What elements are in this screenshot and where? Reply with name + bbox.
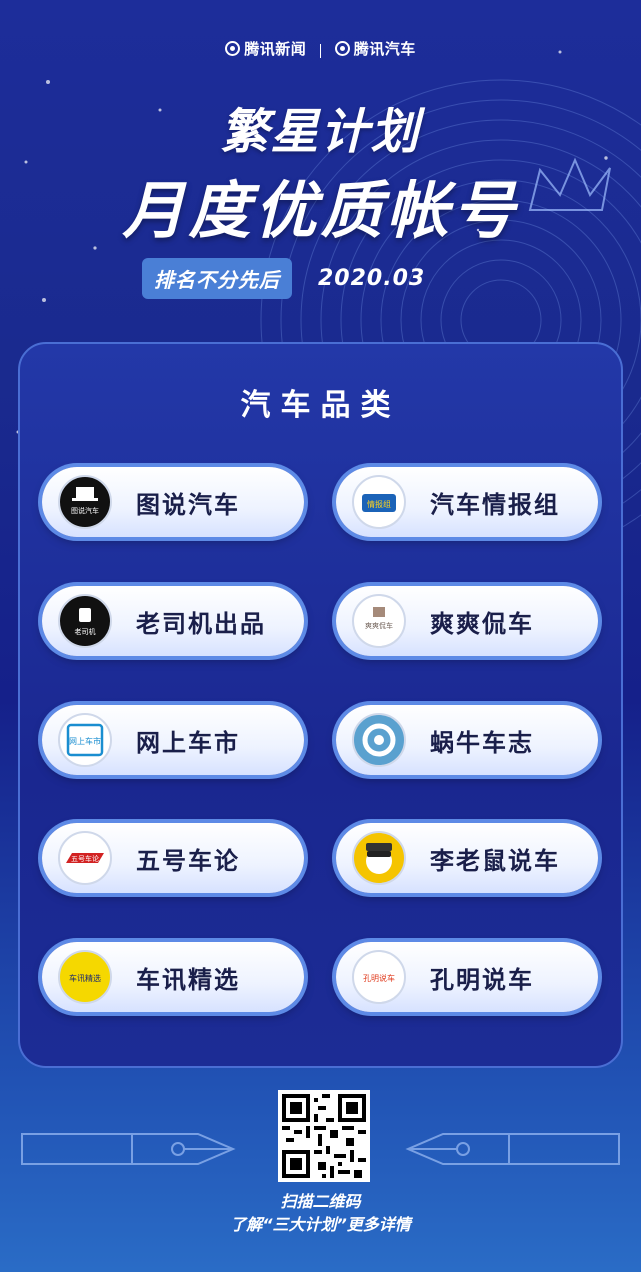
avatar-text: 老司机	[75, 627, 96, 636]
subtitle-row: 排名不分先后 2020.03	[142, 258, 425, 299]
account-button-qingbaozu[interactable]: 情报组 汽车情报组	[336, 467, 598, 537]
detail-text: 了解“三大计划”更多详情	[230, 1215, 411, 1234]
account-button-woniu[interactable]: 蜗牛车志	[336, 705, 598, 775]
pen-left-decoration	[21, 1133, 236, 1165]
avatar-text: 情报组	[367, 499, 391, 509]
avatar-text: 爽爽侃车	[365, 621, 393, 630]
qr-code-icon	[282, 1094, 366, 1178]
driver-avatar-icon: 老司机	[58, 594, 112, 648]
kongming-avatar-icon: 孔明说车	[352, 950, 406, 1004]
account-name: 爽爽侃车	[430, 609, 534, 638]
avatar-text: 孔明说车	[363, 973, 395, 983]
pen-right-decoration	[405, 1133, 620, 1165]
rank-note-badge: 排名不分先后	[142, 258, 292, 299]
brand-logos: 腾讯新闻 腾讯汽车	[0, 38, 641, 60]
tencent-news-logo: 腾讯新闻	[225, 38, 306, 59]
brand-left-text: 腾讯新闻	[244, 40, 307, 58]
account-button-laosiji[interactable]: 老司机 老司机出品	[42, 586, 304, 656]
account-button-wangshang[interactable]: 网上车市 网上车市	[42, 705, 304, 775]
tencent-auto-logo: 腾讯汽车	[334, 38, 416, 59]
account-name: 孔明说车	[430, 965, 534, 994]
avatar-text: 五号车论	[71, 854, 99, 863]
scan-text: 扫描二维码	[280, 1192, 361, 1211]
hat-avatar-icon: 图说汽车	[58, 475, 112, 529]
avatar-text: 图说汽车	[71, 506, 99, 515]
market-avatar-icon: 网上车市	[58, 713, 112, 767]
report-avatar-icon: 情报组	[352, 475, 406, 529]
tencent-logo-icon	[225, 41, 241, 56]
brand-divider	[320, 44, 321, 58]
account-button-chexun[interactable]: 车讯精选 车讯精选	[42, 942, 304, 1012]
account-button-tushuo[interactable]: 图说汽车 图说汽车	[42, 467, 304, 537]
brand-right-text: 腾讯汽车	[353, 40, 416, 58]
news-avatar-icon: 车讯精选	[58, 950, 112, 1004]
tencent-logo-icon	[334, 41, 350, 56]
account-button-wuhao[interactable]: 五号车论 五号车论	[42, 823, 304, 893]
account-name: 五号车论	[136, 846, 240, 875]
five-avatar-icon: 五号车论	[58, 831, 112, 885]
category-title: 汽车品类	[240, 388, 401, 423]
account-button-kongming[interactable]: 孔明说车 孔明说车	[336, 942, 598, 1012]
account-name: 汽车情报组	[430, 490, 560, 519]
account-name: 老司机出品	[136, 609, 266, 638]
account-name: 网上车市	[136, 728, 240, 757]
account-name: 图说汽车	[136, 490, 240, 519]
account-name: 蜗牛车志	[430, 728, 534, 757]
qr-code[interactable]	[278, 1090, 370, 1182]
date-label: 2020.03	[318, 266, 426, 291]
account-button-shuangshuang[interactable]: 爽爽侃车 爽爽侃车	[336, 586, 598, 656]
avatar-text: 车讯精选	[69, 973, 101, 983]
talk-avatar-icon: 爽爽侃车	[352, 594, 406, 648]
mouse-avatar-icon	[352, 831, 406, 885]
avatar-text: 网上车市	[69, 736, 101, 746]
account-name: 车讯精选	[136, 965, 240, 994]
crown-icon	[528, 157, 611, 211]
snail-avatar-icon	[352, 713, 406, 767]
account-name: 李老鼠说车	[430, 846, 560, 875]
account-button-lilaoshu[interactable]: 李老鼠说车	[336, 823, 598, 893]
